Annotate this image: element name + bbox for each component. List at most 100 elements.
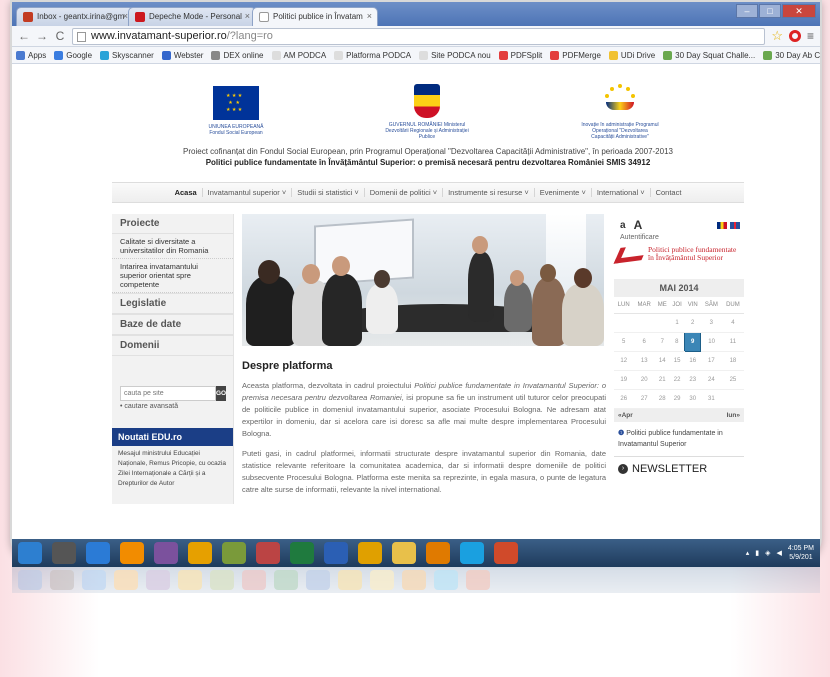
close-tab-icon[interactable]: × <box>245 8 250 25</box>
menu-icon[interactable]: ≡ <box>807 29 814 43</box>
paint-icon[interactable] <box>222 542 246 564</box>
calendar-day[interactable]: 11 <box>721 332 744 352</box>
back-icon[interactable]: ← <box>18 29 30 43</box>
nav-item[interactable]: Studii si statistici ˅ <box>292 188 365 197</box>
calendar-day[interactable]: 28 <box>654 389 670 409</box>
news-item[interactable]: Mesajul ministrului Educației Naționale,… <box>112 446 233 492</box>
sidebar-item-calitate[interactable]: Calitate si diversitate a universitatilo… <box>112 234 233 259</box>
login-link[interactable]: Autentificare <box>614 232 744 243</box>
calendar-day[interactable]: 6 <box>633 332 655 352</box>
nav-item[interactable]: Acasa <box>170 188 203 197</box>
calendar-day[interactable]: 24 <box>700 370 722 390</box>
bookmark-item[interactable]: Site PODCA nou <box>419 50 491 60</box>
calendar-day[interactable]: 23 <box>684 370 701 390</box>
calendar-day[interactable]: 17 <box>700 351 722 371</box>
bookmark-item[interactable]: Skyscanner <box>100 50 154 60</box>
outlook-icon[interactable] <box>426 542 450 564</box>
nav-item[interactable]: Contact <box>651 188 687 197</box>
english-flag-icon[interactable] <box>730 221 740 229</box>
calendar-day[interactable]: 1 <box>669 313 685 333</box>
bookmark-item[interactable]: Apps <box>16 50 46 60</box>
forward-icon[interactable]: → <box>36 29 48 43</box>
pen-icon[interactable] <box>52 542 76 564</box>
calendar-day[interactable]: 8 <box>669 332 685 352</box>
explorer-icon[interactable] <box>392 542 416 564</box>
calendar-day[interactable]: 27 <box>633 389 655 409</box>
calendar-next-link[interactable]: Iun» <box>727 412 740 419</box>
calendar-day[interactable]: 29 <box>669 389 685 409</box>
calendar-day[interactable]: 21 <box>654 370 670 390</box>
bookmark-item[interactable]: Platforma PODCA <box>334 50 411 60</box>
sidebar-item-intarirea[interactable]: Intarirea invatamantului superior orient… <box>112 259 233 293</box>
minimize-icon[interactable]: – <box>736 4 758 18</box>
signal-icon[interactable]: ▮ <box>755 549 759 557</box>
skype-icon[interactable] <box>460 542 484 564</box>
nav-item[interactable]: International ˅ <box>592 188 651 197</box>
maximize-icon[interactable]: □ <box>759 4 781 18</box>
bookmark-item[interactable]: AM PODCA <box>271 50 326 60</box>
powerpoint-icon[interactable] <box>494 542 518 564</box>
bookmark-item[interactable]: Webster <box>161 50 203 60</box>
calendar-day[interactable]: 10 <box>700 332 722 352</box>
reload-icon[interactable]: C <box>54 29 66 43</box>
tab-depeche[interactable]: Depeche Mode - Personal × <box>128 7 256 26</box>
calendar-day[interactable]: 5 <box>614 332 634 352</box>
calendar-day[interactable]: 2 <box>684 313 701 333</box>
nav-item[interactable]: Evenimente ˅ <box>535 188 592 197</box>
calendar-day[interactable]: 12 <box>614 351 634 371</box>
media-icon[interactable] <box>256 542 280 564</box>
bookmark-item[interactable]: 30 Day Ab Challenge <box>763 50 820 60</box>
calendar-day[interactable]: 16 <box>684 351 701 371</box>
calendar-day[interactable]: 9 <box>684 332 702 352</box>
search-go-button[interactable]: GO <box>216 386 227 401</box>
calendar-day[interactable]: 25 <box>721 370 744 390</box>
extension-icon[interactable] <box>788 30 801 42</box>
newsletter-heading[interactable]: › NEWSLETTER <box>614 457 744 481</box>
viber-icon[interactable] <box>154 542 178 564</box>
internet-explorer-icon[interactable] <box>86 542 110 564</box>
calendar-day[interactable]: 22 <box>669 370 685 390</box>
platform-link[interactable]: ❶ Politici publice fundamentate in Invat… <box>614 422 744 457</box>
bookmark-item[interactable]: DEX online <box>211 50 264 60</box>
search-input[interactable] <box>120 386 216 401</box>
bookmark-item[interactable]: 30 Day Squat Challe... <box>663 50 755 60</box>
tray-arrow-icon[interactable]: ▴ <box>746 549 750 557</box>
calendar-day[interactable]: 18 <box>721 351 744 371</box>
sidebar-item-domenii[interactable]: Domenii <box>112 335 233 356</box>
excel-icon[interactable] <box>290 542 314 564</box>
calendar-day[interactable]: 7 <box>654 332 670 352</box>
calendar-day[interactable]: 30 <box>684 389 701 409</box>
calendar-prev-link[interactable]: «Apr <box>618 412 633 419</box>
bookmark-item[interactable]: PDFSplit <box>498 50 542 60</box>
font-larger-button[interactable]: A <box>634 218 643 232</box>
start-orb-icon[interactable] <box>18 542 42 564</box>
user-icon[interactable] <box>188 542 212 564</box>
volume-icon[interactable]: ◀ <box>777 549 782 557</box>
nav-item[interactable]: Domenii de politici ˅ <box>365 188 444 197</box>
nav-item[interactable]: Invatamantul superior ˅ <box>203 188 293 197</box>
close-window-icon[interactable]: ✕ <box>782 4 816 18</box>
sidebar-item-baze-de-date[interactable]: Baze de date <box>112 314 233 335</box>
bookmark-item[interactable]: Google <box>54 50 92 60</box>
vlc-icon[interactable] <box>120 542 144 564</box>
bookmark-item[interactable]: UDi Drive <box>608 50 655 60</box>
tab-inbox[interactable]: Inbox - geantx.irina@gm × <box>16 7 134 26</box>
calendar-day[interactable]: 20 <box>633 370 655 390</box>
url-field[interactable]: www.invatamant-superior.ro/?lang=ro <box>72 27 766 45</box>
clock[interactable]: 4:05 PM 5/9/201 <box>788 544 814 562</box>
bookmark-item[interactable]: PDFMerge <box>550 50 601 60</box>
sidebar-item-legislatie[interactable]: Legislatie <box>112 293 233 314</box>
calendar-day[interactable]: 15 <box>669 351 685 371</box>
calendar-day[interactable]: 31 <box>700 389 722 409</box>
calendar-day[interactable]: 19 <box>614 370 634 390</box>
calendar-day[interactable]: 4 <box>721 313 744 333</box>
romanian-flag-icon[interactable] <box>717 221 727 229</box>
close-tab-icon[interactable]: × <box>367 8 372 25</box>
calendar-day[interactable]: 13 <box>633 351 655 371</box>
calendar-day[interactable]: 26 <box>614 389 634 409</box>
advanced-search-link[interactable]: • cautare avansată <box>112 403 233 410</box>
tab-politici[interactable]: Politici publice in Învatam × <box>252 7 378 26</box>
font-smaller-button[interactable]: a <box>620 220 626 231</box>
calendar-day[interactable]: 3 <box>700 313 722 333</box>
nav-item[interactable]: Instrumente si resurse ˅ <box>443 188 535 197</box>
